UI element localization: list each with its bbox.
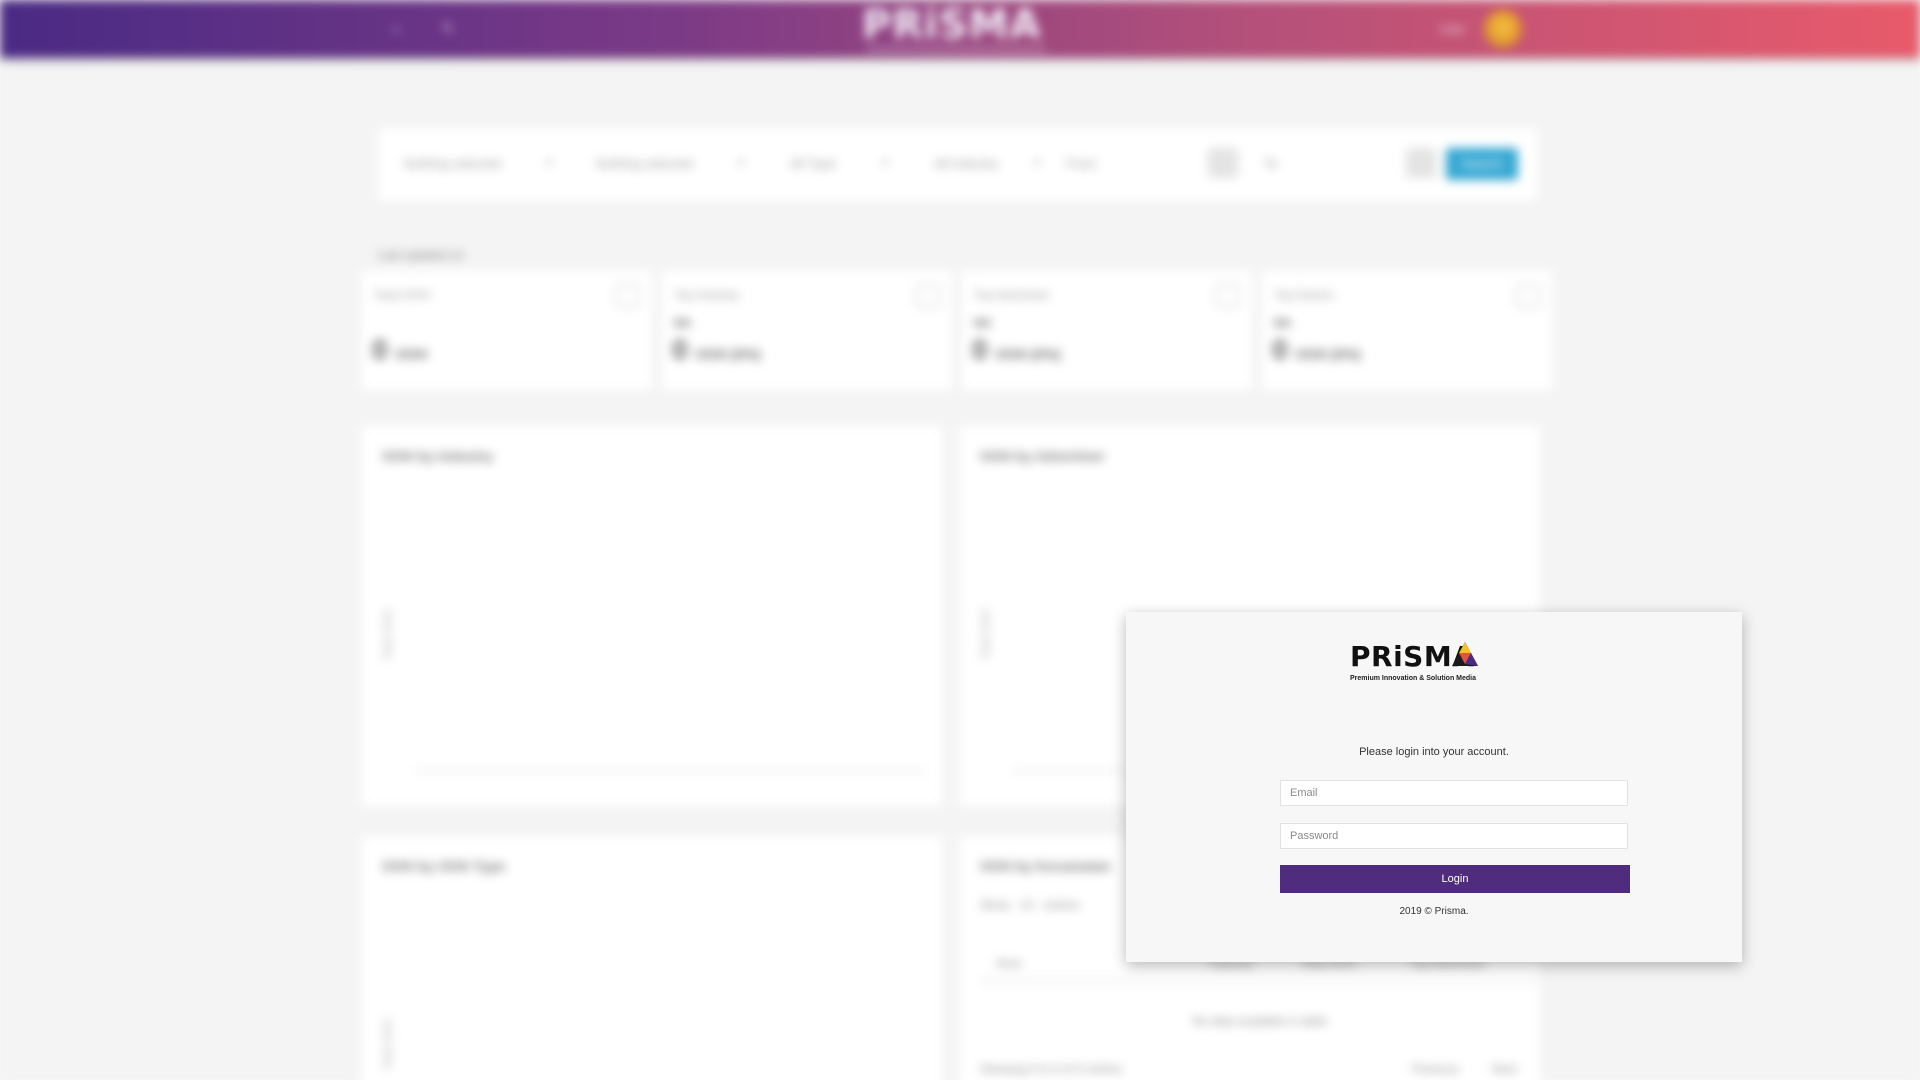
chevron-down-icon: ▼	[736, 158, 746, 169]
stat-card-advertiser: Top Advertiser NA 0 OOH (0%)	[962, 270, 1252, 390]
type-select[interactable]: All Type ▼	[790, 152, 890, 176]
email-field[interactable]	[1280, 780, 1628, 806]
chevron-down-icon: ▼	[880, 158, 890, 169]
calendar-icon[interactable]	[1208, 148, 1238, 178]
stat-icon	[1216, 284, 1240, 308]
stat-icon	[616, 284, 640, 308]
table-info: Showing 0 to 0 of 0 entries	[980, 1062, 1123, 1076]
filter-bar: Nothing selected ▼ Nothing selected ▼ Al…	[378, 128, 1538, 202]
brand-underline	[866, 48, 1046, 51]
panel-title: OOH by Industry	[382, 448, 494, 464]
stat-value: 0 OOH (0%)	[1272, 334, 1361, 365]
entries-control[interactable]: Show 10 entries	[980, 898, 1079, 912]
brand-select[interactable]: Nothing selected ▼	[596, 152, 746, 176]
stat-icon	[1516, 284, 1540, 308]
stat-card-district: Top District NA 0 OOH (0%)	[1262, 270, 1552, 390]
chart-panel-industry: OOH by Industry Total OOH	[362, 426, 942, 806]
triangle-logo-icon	[1452, 642, 1478, 666]
to-date-input[interactable]: To	[1264, 152, 1364, 176]
next-page-button[interactable]: Next	[1492, 1062, 1517, 1076]
avatar[interactable]	[1484, 10, 1522, 48]
type-select-label: All Type	[790, 156, 837, 171]
stat-label: Top Industry	[674, 288, 740, 302]
stat-icon	[916, 284, 940, 308]
top-navbar: ⌂ ✎ PRiSMA User	[0, 0, 1920, 58]
password-field[interactable]	[1280, 823, 1628, 849]
stat-label: Top District	[1274, 288, 1334, 302]
column-header[interactable]: Area	[996, 956, 1021, 970]
login-prompt: Please login into your account.	[1359, 746, 1509, 758]
stat-note: NA	[974, 316, 992, 330]
stat-card-industry: Top Industry NA 0 OOH (0%)	[662, 270, 952, 390]
last-updated: Last updated on	[378, 248, 465, 262]
calendar-icon[interactable]	[1406, 148, 1436, 178]
search-button[interactable]: Search	[1446, 148, 1518, 180]
stat-label: Top Advertiser	[974, 288, 1051, 302]
panel-title: OOH by Advertiser	[980, 448, 1105, 464]
from-date-input[interactable]: From	[1066, 152, 1176, 176]
advertiser-select-label: Nothing selected	[404, 156, 501, 171]
stat-value: 0 OOH (0%)	[972, 334, 1061, 365]
y-axis-label: Total OOH	[980, 608, 992, 660]
stat-label: Total OOH	[374, 288, 431, 302]
chart-panel-type: OOH by OOH Type Total OOH	[362, 836, 942, 1080]
brand-select-label: Nothing selected	[596, 156, 693, 171]
stat-note: NA	[1274, 316, 1292, 330]
y-axis-label: Total OOH	[382, 1018, 394, 1070]
stat-value: 0 OOH (0%)	[672, 334, 761, 365]
stat-note: NA	[674, 316, 692, 330]
stat-card-total: Total OOH 0 OOH	[362, 270, 652, 390]
x-axis-line	[414, 770, 926, 772]
chevron-down-icon: ▼	[544, 158, 554, 169]
copyright-text: 2019 © Prisma.	[1399, 906, 1469, 917]
chevron-down-icon: ▼	[1032, 158, 1042, 169]
advertiser-select[interactable]: Nothing selected ▼	[404, 152, 554, 176]
industry-select-label: All Industry	[934, 156, 999, 171]
logo-tagline: Premium Innovation & Solution Media	[1350, 675, 1477, 682]
brand-logo: PRiSMA	[862, 2, 1042, 48]
edit-icon[interactable]: ✎	[442, 20, 458, 36]
y-axis-label: Total OOH	[382, 608, 394, 660]
panel-title: OOH by OOH Type	[382, 858, 506, 874]
panel-title: OOH by Kecamatan	[980, 858, 1111, 874]
previous-page-button[interactable]: Previous	[1412, 1062, 1459, 1076]
login-card: PRiSMA Premium Innovation & Solution Med…	[1126, 612, 1742, 962]
stat-value: 0 OOH	[372, 334, 428, 365]
industry-select[interactable]: All Industry ▼	[934, 152, 1042, 176]
login-button[interactable]: Login	[1280, 865, 1630, 893]
home-icon[interactable]: ⌂	[392, 20, 408, 36]
page: ⌂ ✎ PRiSMA User Nothing selected ▼ Nothi…	[0, 0, 1920, 1080]
user-name[interactable]: User	[1440, 22, 1465, 36]
empty-table-message: No data available in table	[1192, 1014, 1328, 1028]
